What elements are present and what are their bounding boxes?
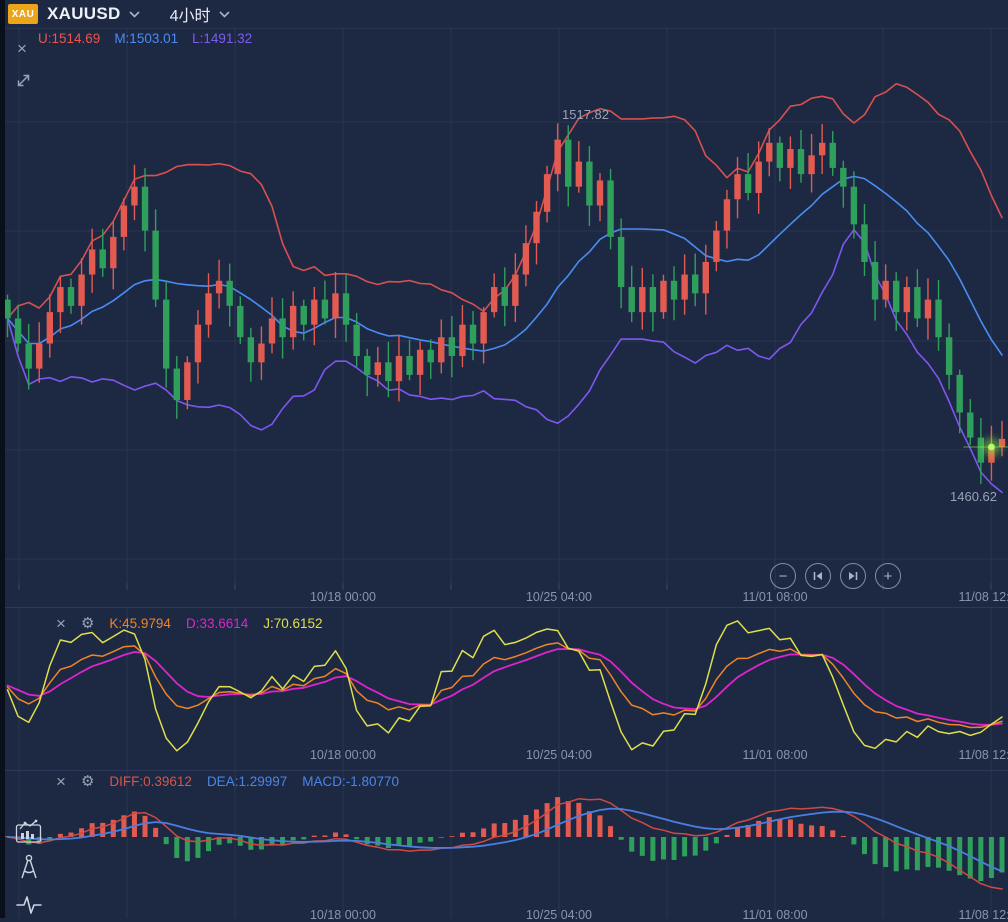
skip-forward-button[interactable] — [840, 563, 866, 589]
time-label: 11/01 08:00 — [742, 590, 807, 604]
timeframe-label: 4小时 — [170, 2, 211, 26]
skip-forward-icon — [847, 571, 859, 581]
time-label: 10/18 00:00 — [310, 748, 376, 762]
time-label: 11/01 08:00 — [742, 748, 807, 762]
time-label: 11/08 12:00 — [958, 590, 1008, 604]
skip-back-icon — [812, 571, 824, 581]
symbol-selector[interactable]: XAUUSD — [47, 4, 140, 24]
kdj-header: × ⚙ K:45.9794 D:33.6614 J:70.6152 — [56, 616, 323, 631]
pulse-tool-icon[interactable] — [14, 893, 44, 917]
macd-indicator-chart[interactable] — [0, 771, 1008, 918]
time-label: 11/08 12:00 — [958, 908, 1008, 922]
time-label: 10/25 04:00 — [526, 748, 592, 762]
header-separator — [0, 28, 1008, 29]
symbol-label: XAUUSD — [47, 4, 121, 24]
time-label: 10/25 04:00 — [526, 590, 592, 604]
kdj-j-value: J:70.6152 — [263, 616, 322, 631]
kdj-k-value: K:45.9794 — [109, 616, 171, 631]
chart-header: XAU XAUUSD 4小时 — [0, 0, 1008, 28]
macd-macd-value: MACD:-1.80770 — [302, 774, 399, 789]
boll-middle-value: M:1503.01 — [114, 31, 178, 46]
chevron-down-icon — [129, 11, 140, 18]
kdj-d-value: D:33.6614 — [186, 616, 248, 631]
time-label: 10/18 00:00 — [310, 590, 376, 604]
time-label: 10/25 04:00 — [526, 908, 592, 922]
chevron-down-icon — [219, 11, 230, 18]
minus-icon: − — [779, 568, 788, 585]
time-label: 11/08 12:00 — [958, 748, 1008, 762]
time-label: 10/18 00:00 — [310, 908, 376, 922]
macd-diff-value: DIFF:0.39612 — [109, 774, 192, 789]
boll-values: U:1514.69 M:1503.01 L:1491.32 — [38, 31, 252, 46]
indicator-tool-icon[interactable] — [14, 818, 44, 846]
close-icon[interactable]: × — [56, 775, 66, 789]
panel-divider-kdj — [0, 607, 1008, 608]
gear-icon[interactable]: ⚙ — [81, 617, 94, 631]
boll-lower-value: L:1491.32 — [192, 31, 252, 46]
kdj-indicator-chart[interactable] — [0, 608, 1008, 770]
high-price-label: 1517.82 — [562, 107, 609, 122]
close-icon[interactable]: × — [56, 617, 66, 631]
timeframe-selector[interactable]: 4小时 — [170, 2, 230, 26]
plus-icon: + — [884, 568, 893, 585]
zoom-in-button[interactable]: + — [875, 563, 901, 589]
close-icon[interactable]: × — [17, 42, 27, 56]
panel-divider-macd — [0, 770, 1008, 771]
main-candlestick-chart[interactable] — [0, 0, 1008, 607]
zoom-out-button[interactable]: − — [770, 563, 796, 589]
left-edge-strip — [0, 0, 5, 918]
gear-icon[interactable]: ⚙ — [81, 775, 94, 789]
low-price-label: 1460.62 — [950, 489, 997, 504]
macd-dea-value: DEA:1.29997 — [207, 774, 287, 789]
boll-upper-value: U:1514.69 — [38, 31, 100, 46]
skip-back-button[interactable] — [805, 563, 831, 589]
compass-tool-icon[interactable] — [14, 852, 44, 884]
time-label: 11/01 08:00 — [742, 908, 807, 922]
macd-header: × ⚙ DIFF:0.39612 DEA:1.29997 MACD:-1.807… — [56, 774, 399, 789]
collapse-icon[interactable] — [15, 72, 32, 89]
symbol-badge: XAU — [8, 4, 38, 24]
